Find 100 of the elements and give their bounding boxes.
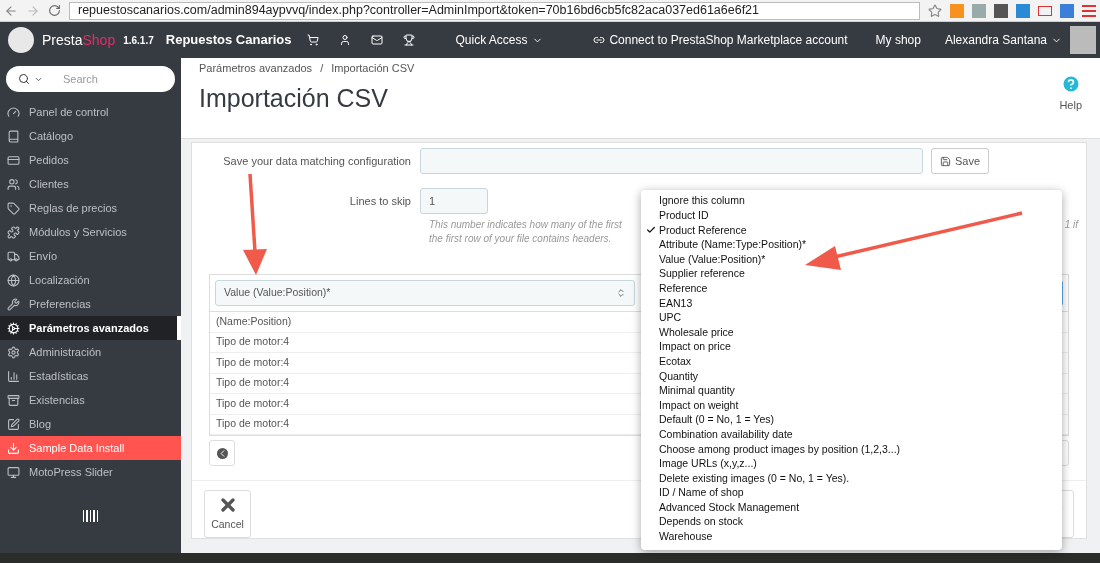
dropdown-option[interactable]: Advanced Stock Management [659, 499, 800, 516]
sidebar-item[interactable]: Reglas de precios [0, 196, 181, 220]
cogs-icon [7, 321, 20, 335]
archive-icon [7, 393, 20, 407]
address-bar[interactable]: repuestoscanarios.com/admin894aypvvq/index.php?controller=AdminImport&token=70b16bd6cb5fc82aca037ed61a6e6f21 [69, 1, 920, 20]
breadcrumb-separator: / [320, 61, 324, 76]
help-text: 1 if [1064, 218, 1078, 232]
logo-icon [8, 27, 34, 53]
gear-icon [7, 345, 20, 359]
collapse-icon[interactable] [82, 510, 99, 522]
sidebar-item[interactable]: MotoPress Slider [0, 460, 181, 484]
sidebar-item[interactable]: Parámetros avanzados [0, 316, 181, 340]
quick-access-menu[interactable]: Quick Access [455, 31, 543, 49]
wrench-icon [7, 297, 20, 311]
dropdown-option[interactable]: Impact on price [659, 339, 731, 356]
dropdown-option[interactable]: Quantity [659, 368, 699, 385]
config-name-field[interactable] [420, 148, 923, 174]
dropdown-option[interactable]: ID / Name of shop [659, 485, 744, 502]
dropdown-option[interactable]: Delete existing images (0 = No, 1 = Yes). [659, 470, 850, 487]
help-text: the first row of your file contains headers. [429, 233, 612, 244]
sidebar-item[interactable]: Blog [0, 412, 181, 436]
menu-icon[interactable] [1082, 4, 1096, 17]
sidebar-item[interactable]: Estadísticas [0, 364, 181, 388]
dropdown-option[interactable]: Warehouse [659, 529, 713, 545]
table-cell-text: Tipo de motor:4 [215, 354, 291, 370]
dropdown-option[interactable]: Image URLs (x,y,z...) [659, 456, 757, 472]
trophy-icon[interactable] [403, 34, 416, 46]
table-cell-text: Tipo de motor:4 [215, 375, 291, 391]
previous-button[interactable] [209, 440, 235, 466]
dropdown-option[interactable]: Ecotax [659, 353, 692, 370]
sidebar-item[interactable]: Módulos y Servicios [0, 220, 181, 244]
dropdown-option[interactable]: Impact on weight [659, 397, 739, 414]
extension-icon[interactable] [994, 3, 1008, 18]
shop-name: Repuestos Canarios [165, 31, 292, 50]
card-icon [7, 153, 20, 167]
my-shop-link[interactable]: My shop [875, 31, 921, 49]
lines-to-skip-field[interactable]: 1 [420, 188, 488, 214]
help-button[interactable]: Help [1059, 60, 1082, 138]
field-label: Save your data matching configuration [222, 153, 412, 169]
dropdown-option[interactable]: Minimal quantity [659, 383, 735, 399]
gauge-icon [7, 105, 20, 119]
reload-icon[interactable] [48, 4, 61, 17]
table-cell-text: Tipo de motor:4 [215, 416, 291, 432]
sidebar-item[interactable]: Administración [0, 340, 181, 364]
cancel-button[interactable]: Cancel [204, 490, 251, 538]
cart-icon[interactable] [307, 34, 320, 46]
extension-icon[interactable] [1016, 3, 1030, 18]
dropdown-option[interactable]: Combination availability date [659, 426, 793, 443]
breadcrumb-current: Importación CSV [331, 61, 415, 76]
brand-name: PrestaShop [42, 30, 116, 50]
dropdown-option[interactable]: UPC [659, 310, 682, 326]
extension-icon[interactable] [1060, 3, 1074, 18]
dropdown-option[interactable]: Product Reference [659, 222, 747, 239]
sidebar-item[interactable]: Pedidos [0, 148, 181, 172]
puzzle-icon [7, 225, 20, 239]
table-cell-text: Tipo de motor:4 [215, 334, 291, 350]
tag-icon [7, 201, 20, 215]
sidebar-item[interactable]: Clientes [0, 172, 181, 196]
select-arrows-icon [616, 288, 626, 298]
sidebar-item[interactable]: Panel de control [0, 100, 181, 124]
star-icon[interactable] [928, 3, 942, 18]
marketplace-link[interactable]: Connect to PrestaShop Marketplace account [609, 31, 848, 49]
dropdown-option[interactable]: Value (Value:Position)* [659, 251, 766, 268]
user-icon[interactable] [339, 34, 352, 46]
help-text: This number indicates how many of the first [429, 218, 622, 232]
field-label: Lines to skip [348, 193, 412, 209]
globe-icon [7, 273, 20, 287]
pen-icon [7, 417, 20, 431]
avatar [1070, 26, 1096, 54]
dropdown-option[interactable]: Reference [659, 281, 708, 297]
extension-icon[interactable] [1038, 5, 1052, 16]
sidebar-item[interactable]: Existencias [0, 388, 181, 412]
users-icon [7, 177, 20, 191]
sidebar-item[interactable]: Envío [0, 244, 181, 268]
dropdown-option[interactable]: Default (0 = No, 1 = Yes) [659, 412, 774, 429]
dropdown-option[interactable]: Depends on stock [659, 514, 744, 531]
page-title: Importación CSV [199, 82, 389, 114]
monitor-icon [7, 465, 20, 479]
breadcrumb-link[interactable]: Parámetros avanzados [199, 60, 313, 77]
truck-icon [7, 249, 20, 263]
download-icon [7, 441, 20, 455]
floppy-icon [940, 155, 951, 167]
version-label: 1.6.1.7 [123, 33, 154, 48]
dropdown-option[interactable]: Wholesale price [659, 324, 734, 341]
sidebar-item[interactable]: Preferencias [0, 292, 181, 316]
dropdown-option[interactable]: Supplier reference [659, 266, 745, 283]
mail-icon[interactable] [371, 34, 384, 46]
sidebar-item[interactable]: Localización [0, 268, 181, 292]
dropdown-option[interactable]: Product ID [659, 208, 709, 224]
help-icon [1060, 74, 1081, 94]
column-type-select[interactable]: Value (Value:Position)* [215, 280, 635, 306]
dropdown-option[interactable]: EAN13 [659, 295, 693, 312]
back-icon[interactable] [4, 3, 18, 18]
dropdown-option[interactable]: Attribute (Name:Type:Position)* [659, 237, 807, 253]
sidebar-item[interactable]: Catálogo [0, 124, 181, 148]
user-menu[interactable]: Alexandra Santana [944, 31, 1062, 49]
save-button[interactable]: Save [931, 148, 990, 174]
chevron-left-icon [216, 447, 228, 459]
dropdown-option[interactable]: Choose among product images by position (1,2,3...) [659, 441, 901, 458]
dropdown-option[interactable]: Ignore this column [659, 193, 745, 210]
